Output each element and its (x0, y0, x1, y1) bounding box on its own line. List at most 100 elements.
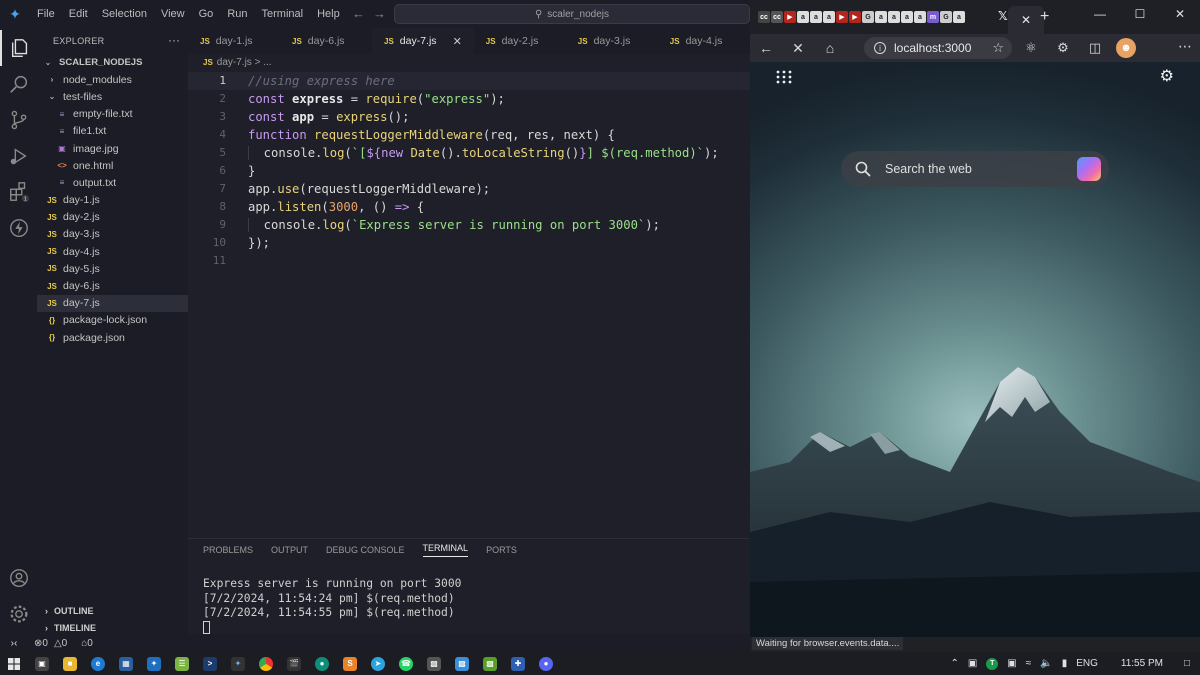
extensions-icon[interactable]: 1 (0, 174, 37, 210)
back-arrow-icon[interactable]: ← (352, 6, 373, 21)
powershell-icon[interactable]: > (196, 652, 224, 675)
tree-root[interactable]: ⌄ SCALER_NODEJS (37, 54, 188, 71)
close-window-icon[interactable]: ✕ (1160, 0, 1200, 28)
language-indicator[interactable]: ENG (1076, 658, 1098, 669)
page-settings-gear-icon[interactable]: ⚙ (1160, 66, 1174, 86)
tab-favicon-icon[interactable]: a (823, 11, 835, 23)
favorite-star-icon[interactable]: ☆ (992, 40, 1004, 56)
volume-icon[interactable]: 🔈 (1040, 658, 1052, 669)
terminal-output[interactable]: Express server is running on port 3000 [… (203, 577, 461, 635)
discord-icon[interactable]: ● (532, 652, 560, 675)
tree-file[interactable]: JS day-3.js (37, 226, 188, 243)
panel-tab-ports[interactable]: PORTS (486, 545, 517, 555)
accounts-icon[interactable] (0, 560, 37, 596)
new-tab-icon[interactable]: + (1040, 8, 1049, 26)
app-icon[interactable]: ▩ (420, 652, 448, 675)
profile-avatar[interactable]: ☻ (1116, 38, 1136, 58)
youtube-icon[interactable]: ▶ (849, 11, 861, 23)
panel-tab-terminal[interactable]: TERMINAL (422, 543, 469, 557)
menu-go[interactable]: Go (192, 0, 221, 28)
tab-favicon-icon[interactable]: G (862, 11, 874, 23)
file-explorer-icon[interactable]: ■ (56, 652, 84, 675)
tree-file[interactable]: {} package-lock.json (37, 312, 188, 329)
tree-file[interactable]: JS day-5.js (37, 260, 188, 277)
panel-tab-debug-console[interactable]: DEBUG CONSOLE (326, 545, 405, 555)
vscode-taskbar-icon[interactable]: ✦ (140, 652, 168, 675)
editor-tab[interactable]: JS day-4.js (658, 28, 750, 54)
youtube-icon[interactable]: ▶ (784, 11, 796, 23)
tree-file[interactable]: ≡ empty-file.txt (37, 106, 188, 123)
apps-grid-icon[interactable] (776, 70, 792, 84)
menu-selection[interactable]: Selection (95, 0, 154, 28)
notifications-icon[interactable]: □ (1184, 658, 1190, 669)
menu-file[interactable]: File (30, 0, 62, 28)
source-control-icon[interactable] (0, 102, 37, 138)
tree-file[interactable]: JS day-7.js (37, 294, 188, 312)
panel-tab-problems[interactable]: PROBLEMS (203, 545, 253, 555)
minimize-icon[interactable]: — (1080, 0, 1120, 28)
remote-icon[interactable]: ›‹ (0, 634, 28, 652)
address-bar[interactable]: i localhost:3000 ☆ (864, 37, 1012, 59)
tree-file[interactable]: ▣ image.jpg (37, 140, 188, 157)
tree-file[interactable]: JS day-1.js (37, 192, 188, 209)
menu-help[interactable]: Help (310, 0, 347, 28)
chrome-icon[interactable] (252, 652, 280, 675)
tab-favicon-icon[interactable]: a (953, 11, 965, 23)
tree-file[interactable]: JS day-6.js (37, 277, 188, 294)
site-info-icon[interactable]: i (874, 42, 886, 54)
tab-favicon-icon[interactable]: a (914, 11, 926, 23)
tree-file[interactable]: {} package.json (37, 329, 188, 346)
editor-tab[interactable]: JS day-3.js (566, 28, 658, 54)
active-tab-close-icon[interactable]: ✕ (1008, 6, 1044, 34)
menu-edit[interactable]: Edit (62, 0, 95, 28)
media-player-icon[interactable]: 🎬 (280, 652, 308, 675)
tree-file[interactable]: ≡ output.txt (37, 174, 188, 191)
more-actions-icon[interactable]: ··· (168, 33, 180, 47)
panel-tab-output[interactable]: OUTPUT (271, 545, 308, 555)
youtube-icon[interactable]: ▶ (836, 11, 848, 23)
edge-browser-icon[interactable]: e (84, 652, 112, 675)
chevron-up-icon[interactable]: ⌃ (950, 658, 958, 669)
web-search-box[interactable]: Search the web (841, 151, 1109, 187)
wifi-icon[interactable]: ≈ (1026, 658, 1032, 669)
sublime-text-icon[interactable]: S (336, 652, 364, 675)
tab-favicon-icon[interactable]: m (927, 11, 939, 23)
run-debug-icon[interactable] (0, 138, 37, 174)
app-icon[interactable]: ▩ (448, 652, 476, 675)
app-icon[interactable]: ▩ (476, 652, 504, 675)
editor-tab[interactable]: JS day-1.js (188, 28, 280, 54)
tab-favicon-icon[interactable]: G (940, 11, 952, 23)
manage-gear-icon[interactable] (0, 596, 37, 632)
thunder-client-icon[interactable] (0, 210, 37, 246)
vscode-logo-icon[interactable]: ✦ (0, 0, 30, 28)
tree-file[interactable]: ≡ file1.txt (37, 123, 188, 140)
extensions-puzzle-icon[interactable]: ⚙ (1052, 38, 1074, 58)
app-icon[interactable]: ● (308, 652, 336, 675)
tab-favicon-icon[interactable]: a (797, 11, 809, 23)
tab-favicon-icon[interactable]: cc (771, 11, 783, 23)
tree-folder[interactable]: ⌄ test-files (37, 88, 188, 105)
command-center[interactable]: ⚲ scaler_nodejs (394, 4, 750, 24)
menu-terminal[interactable]: Terminal (255, 0, 311, 28)
tree-file[interactable]: JS day-4.js (37, 243, 188, 260)
search-view-icon[interactable] (0, 66, 37, 102)
close-tab-icon[interactable]: ✕ (453, 35, 462, 48)
app-icon[interactable]: ✦ (224, 652, 252, 675)
warning-icon[interactable]: △ (54, 638, 62, 649)
outline-section[interactable]: › OUTLINE (37, 602, 188, 619)
tray-app-icon[interactable]: T (986, 657, 999, 670)
menu-run[interactable]: Run (220, 0, 254, 28)
browser-menu-icon[interactable]: ⋯ (1178, 38, 1192, 55)
tab-favicon-icon[interactable]: a (888, 11, 900, 23)
clock[interactable]: 11:55 PM (1121, 658, 1163, 669)
telegram-icon[interactable]: ➤ (364, 652, 392, 675)
editor-tab[interactable]: JS day-7.js ✕ (372, 28, 474, 54)
menu-view[interactable]: View (154, 0, 192, 28)
code-editor[interactable]: 1//using express here 2 const express = r… (188, 72, 750, 272)
copilot-icon[interactable] (1077, 157, 1101, 181)
tree-file[interactable]: <> one.html (37, 157, 188, 174)
windows-start-icon[interactable] (0, 652, 28, 675)
tab-favicon-icon[interactable]: a (901, 11, 913, 23)
split-screen-icon[interactable]: ◫ (1084, 38, 1106, 58)
x-twitter-icon[interactable]: 𝕏 (998, 9, 1008, 23)
